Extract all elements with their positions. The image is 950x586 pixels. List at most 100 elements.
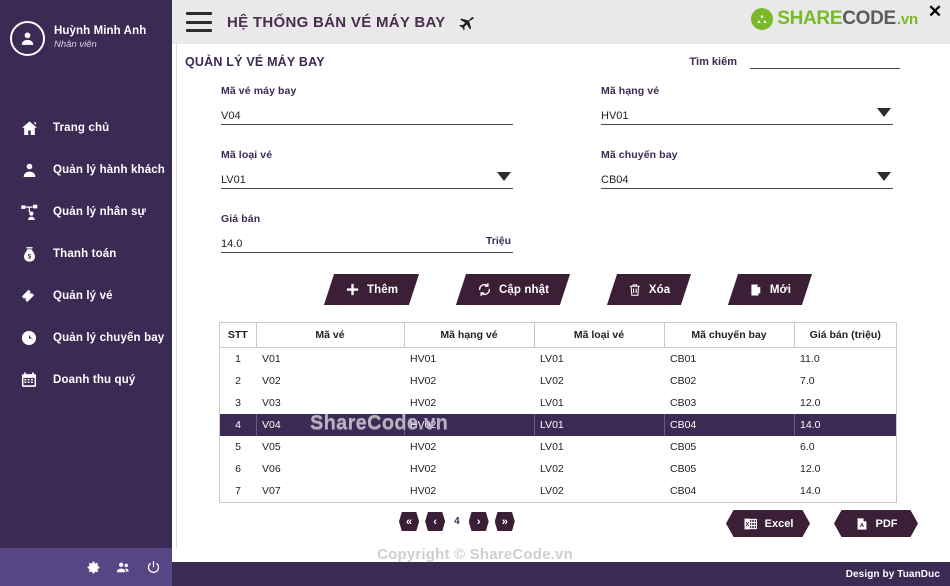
field-control[interactable]: Triệu xyxy=(221,234,513,253)
sidebar-nav: Trang chủ Quản lý hành khách Quản lý nhâ… xyxy=(0,107,172,401)
field-ma-loai-ve: Mã loại vé xyxy=(221,149,513,189)
pagination-current-page: 4 xyxy=(454,516,460,527)
cell-ma-loai-ve: LV01 xyxy=(540,397,564,409)
pagination-first-button[interactable]: « xyxy=(399,512,420,531)
table-row[interactable]: 6 V06 HV02 LV02 CB05 12.0 xyxy=(220,458,896,480)
cell-ma-loai-ve: LV01 xyxy=(540,441,564,453)
hamburger-icon[interactable] xyxy=(186,12,212,32)
ma-ve-may-bay-input[interactable] xyxy=(221,108,513,124)
cell-stt: 5 xyxy=(235,441,241,453)
search-input[interactable] xyxy=(750,54,900,69)
button-label: Xóa xyxy=(649,283,671,296)
ticket-form: Mã vé máy bay Mã hạng vé Mã loại vé xyxy=(221,85,937,277)
table-row[interactable]: 3 V03 HV02 LV01 CB03 12.0 xyxy=(220,392,896,414)
pagination-prev-button[interactable]: ‹ xyxy=(425,512,446,531)
user-avatar-icon xyxy=(10,20,45,56)
ma-loai-ve-select[interactable] xyxy=(221,172,513,188)
chevron-down-icon[interactable] xyxy=(497,172,511,181)
table-row[interactable]: 1 V01 HV01 LV01 CB01 11.0 xyxy=(220,348,896,371)
button-label: Thêm xyxy=(367,283,399,296)
cell-stt: 2 xyxy=(235,375,241,387)
cell-gia-ban: 12.0 xyxy=(800,463,821,475)
export-pdf-button[interactable]: A PDF xyxy=(834,510,918,537)
button-label: Mới xyxy=(770,283,792,296)
cell-ma-ve: V01 xyxy=(262,353,281,365)
export-buttons: X Excel A PDF xyxy=(702,510,918,537)
gear-icon[interactable] xyxy=(86,560,101,575)
column-header-ma-hang-ve[interactable]: Mã hạng vé xyxy=(404,323,535,348)
person-icon xyxy=(18,159,40,181)
chevron-down-icon[interactable] xyxy=(877,172,891,181)
column-header-gia-ban[interactable]: Giá bán (triệu) xyxy=(794,323,896,348)
sidebar-item-quan-ly-chuyen-bay[interactable]: Quản lý chuyến bay xyxy=(0,317,172,359)
ma-hang-ve-select[interactable] xyxy=(601,108,893,124)
column-header-ma-chuyen-bay[interactable]: Mã chuyến bay xyxy=(664,323,795,348)
sidebar-item-doanh-thu-quy[interactable]: Doanh thu quý xyxy=(0,359,172,401)
brand-share-text: SHARE xyxy=(777,8,843,29)
field-control[interactable] xyxy=(601,170,893,189)
sidebar-item-thanh-toan[interactable]: $ Thanh toán xyxy=(0,233,172,275)
calendar-icon xyxy=(18,369,40,391)
sidebar-item-quan-ly-hanh-khach[interactable]: Quản lý hành khách xyxy=(0,149,172,191)
users-icon[interactable] xyxy=(115,560,132,575)
power-icon[interactable] xyxy=(146,560,161,575)
add-button[interactable]: Thêm xyxy=(323,274,420,305)
design-by-label: Design by TuanDuc xyxy=(845,568,940,580)
cell-ma-hang-ve: HV02 xyxy=(410,463,437,475)
sharecode-mark-icon xyxy=(751,8,774,30)
field-label: Mã chuyến bay xyxy=(601,149,678,161)
field-empty xyxy=(601,213,893,253)
tickets-table-element: STT Mã vé Mã hạng vé Mã loại vé Mã chuyế… xyxy=(220,323,896,502)
column-header-ma-ve[interactable]: Mã vé xyxy=(256,323,405,348)
close-icon[interactable]: ✕ xyxy=(924,1,946,21)
cell-ma-hang-ve: HV02 xyxy=(410,441,437,453)
sidebar-item-trang-chu[interactable]: Trang chủ xyxy=(0,107,172,149)
field-control[interactable] xyxy=(221,106,513,125)
cell-ma-ve: V06 xyxy=(262,463,281,475)
sidebar-footer xyxy=(0,548,172,586)
column-header-stt[interactable]: STT xyxy=(220,323,257,348)
sidebar-item-quan-ly-ve[interactable]: Quản lý vé xyxy=(0,275,172,317)
cell-stt: 3 xyxy=(235,397,241,409)
field-label: Mã loại vé xyxy=(221,149,273,161)
table-row[interactable]: 5 V05 HV02 LV01 CB05 6.0 xyxy=(220,436,896,458)
page-title: QUẢN LÝ VÉ MÁY BAY xyxy=(185,55,325,69)
update-button[interactable]: Cập nhật xyxy=(456,274,571,305)
money-bag-icon: $ xyxy=(18,243,40,265)
new-button[interactable]: Mới xyxy=(728,274,813,305)
pagination-next-button[interactable]: › xyxy=(468,512,489,531)
gia-ban-input[interactable] xyxy=(221,236,513,252)
field-control[interactable] xyxy=(221,170,513,189)
form-row-2: Mã loại vé Mã chuyến bay xyxy=(221,149,937,189)
cell-ma-loai-ve: LV02 xyxy=(540,485,564,497)
column-header-ma-loai-ve[interactable]: Mã loại vé xyxy=(534,323,665,348)
cell-ma-loai-ve: LV02 xyxy=(540,463,564,475)
ma-chuyen-bay-select[interactable] xyxy=(601,172,893,188)
cell-gia-ban: 11.0 xyxy=(800,353,820,365)
table-row-selected[interactable]: 4 V04 HV02 LV01 CB04 14.0 xyxy=(220,414,896,436)
cell-ma-hang-ve: HV02 xyxy=(410,397,437,409)
table-row[interactable]: 2 V02 HV02 LV02 CB02 7.0 xyxy=(220,370,896,392)
user-role: Nhân viên xyxy=(54,38,97,50)
pagination-last-button[interactable]: » xyxy=(494,512,515,531)
delete-button[interactable]: Xóa xyxy=(607,274,692,305)
svg-text:X: X xyxy=(745,522,749,528)
cell-ma-chuyen-bay: CB04 xyxy=(670,485,697,497)
svg-text:$: $ xyxy=(27,253,31,260)
sidebar-item-label: Quản lý hành khách xyxy=(53,164,165,176)
cell-ma-hang-ve: HV01 xyxy=(410,353,437,365)
cell-ma-chuyen-bay: CB01 xyxy=(670,353,697,365)
sidebar-item-label: Quản lý nhân sự xyxy=(53,206,147,218)
sidebar-item-label: Quản lý vé xyxy=(53,290,113,302)
home-icon xyxy=(18,117,40,139)
table-row[interactable]: 7 V07 HV02 LV02 CB04 14.0 xyxy=(220,480,896,502)
sidebar-item-quan-ly-nhan-su[interactable]: Quản lý nhân sự xyxy=(0,191,172,233)
cell-ma-ve: V04 xyxy=(256,414,404,436)
user-profile[interactable]: Huỳnh Minh Anh Nhân viên xyxy=(0,0,172,60)
field-label: Mã hạng vé xyxy=(601,85,660,97)
sidebar-item-label: Quản lý chuyến bay xyxy=(53,332,165,344)
field-control[interactable] xyxy=(601,106,893,125)
chevron-down-icon[interactable] xyxy=(877,108,891,117)
export-excel-button[interactable]: X Excel xyxy=(726,510,810,537)
cell-ma-chuyen-bay: CB04 xyxy=(664,414,794,436)
